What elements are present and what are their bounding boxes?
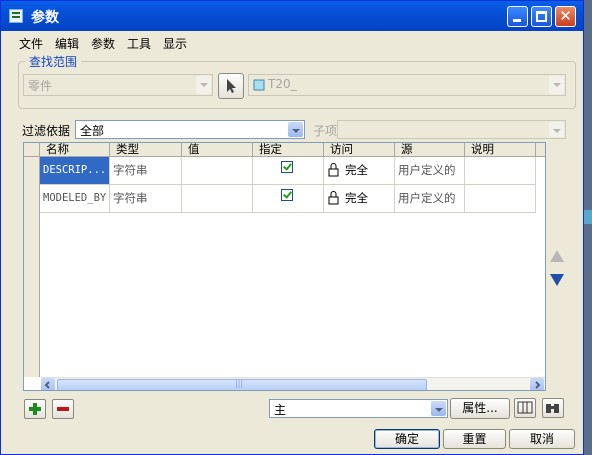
cell-source[interactable]: 用户定义的 xyxy=(395,157,465,185)
chevron-down-icon xyxy=(549,76,564,94)
lock-icon xyxy=(328,163,339,177)
cell-access[interactable]: 完全 xyxy=(324,185,395,213)
horizontal-scrollbar[interactable]: ||| xyxy=(41,377,545,390)
corner-header xyxy=(24,143,40,157)
subitem-select[interactable] xyxy=(337,120,566,139)
chevron-down-icon xyxy=(431,401,446,416)
cell-description[interactable] xyxy=(465,185,536,213)
cell-source[interactable]: 用户定义的 xyxy=(395,185,465,213)
column-header-designated[interactable]: 指定 xyxy=(253,143,324,157)
table-columns-button[interactable] xyxy=(514,398,536,418)
maximize-icon xyxy=(536,11,547,22)
menu-parameters[interactable]: 参数 xyxy=(91,35,115,52)
columns-icon xyxy=(517,401,533,414)
chevron-right-icon xyxy=(535,381,541,389)
column-header-access[interactable]: 访问 xyxy=(324,143,395,157)
chevron-down-icon xyxy=(288,122,303,137)
cell-description[interactable] xyxy=(465,157,536,185)
filter-select[interactable]: 全部 xyxy=(75,120,305,139)
column-header-description[interactable]: 说明 xyxy=(465,143,536,157)
menu-file[interactable]: 文件 xyxy=(19,35,43,52)
subitem-label: 子项 xyxy=(313,124,338,138)
select-model-button[interactable] xyxy=(218,73,244,99)
cell-value[interactable] xyxy=(182,185,253,213)
cell-type[interactable]: 字符串 xyxy=(110,185,182,213)
designated-checkbox[interactable] xyxy=(281,189,293,201)
menu-tools[interactable]: 工具 xyxy=(127,35,151,52)
window-title: 参数 xyxy=(31,10,59,26)
arrow-cursor-icon xyxy=(227,79,236,93)
cell-designated[interactable] xyxy=(253,185,324,213)
chevron-down-icon xyxy=(549,122,564,137)
parameters-table: 名称 类型 值 指定 访问 源 说明 DESCRIP... 字符串 完全 用户定… xyxy=(23,142,546,391)
menu-view[interactable]: 显示 xyxy=(163,35,187,52)
type-select[interactable]: 零件 xyxy=(23,74,213,96)
properties-button[interactable]: 属性... xyxy=(450,398,510,419)
menu-edit[interactable]: 编辑 xyxy=(55,35,79,52)
column-header-filler xyxy=(536,143,545,157)
column-header-name[interactable]: 名称 xyxy=(40,143,110,157)
menu-bar: 文件 编辑 参数 工具 显示 xyxy=(3,32,583,52)
triangle-down-icon[interactable] xyxy=(550,274,564,286)
triangle-up-icon[interactable] xyxy=(550,250,564,262)
reset-button[interactable]: 重置 xyxy=(443,429,506,449)
cell-designated[interactable] xyxy=(253,157,324,185)
main-select[interactable]: 主 xyxy=(269,399,448,418)
maximize-button[interactable] xyxy=(531,6,552,27)
chevron-down-icon xyxy=(196,76,211,94)
model-select[interactable]: T20_ xyxy=(248,74,566,96)
cell-name[interactable]: DESCRIP... xyxy=(40,157,110,185)
row-header-strip xyxy=(24,157,40,377)
column-header-source[interactable]: 源 xyxy=(395,143,465,157)
minimize-button[interactable] xyxy=(507,6,528,27)
filter-label: 过滤依据 xyxy=(22,124,71,138)
binoculars-button[interactable] xyxy=(542,398,564,418)
cell-access[interactable]: 完全 xyxy=(324,157,395,185)
plus-icon xyxy=(29,403,41,415)
parameters-window: 参数 ✕ 文件 编辑 参数 工具 显示 查找范围 零件 T20_ 过滤依据 全部… xyxy=(0,0,584,455)
binoculars-icon xyxy=(546,404,559,413)
ok-button[interactable]: 确定 xyxy=(374,429,440,449)
minimize-icon xyxy=(513,19,521,22)
cell-name[interactable]: MODELED_BY xyxy=(40,185,110,213)
find-scope-legend: 查找范围 xyxy=(25,53,82,70)
designated-checkbox[interactable] xyxy=(281,161,293,173)
remove-parameter-button[interactable] xyxy=(52,399,74,419)
close-button[interactable]: ✕ xyxy=(555,6,576,27)
background-window-edge xyxy=(584,210,592,224)
close-icon: ✕ xyxy=(559,7,572,25)
lock-icon xyxy=(328,191,339,205)
scroll-thumb[interactable]: ||| xyxy=(57,379,427,390)
chevron-left-icon xyxy=(44,381,50,389)
column-header-value[interactable]: 值 xyxy=(182,143,253,157)
cell-value[interactable] xyxy=(182,157,253,185)
scroll-right-button[interactable] xyxy=(530,378,544,390)
cell-type[interactable]: 字符串 xyxy=(110,157,182,185)
add-parameter-button[interactable] xyxy=(24,399,46,419)
cancel-button[interactable]: 取消 xyxy=(509,429,575,449)
part-icon xyxy=(253,79,265,91)
app-icon xyxy=(9,9,23,23)
minus-icon xyxy=(57,407,69,411)
column-header-type[interactable]: 类型 xyxy=(110,143,182,157)
title-bar[interactable]: 参数 ✕ xyxy=(1,1,583,31)
scroll-left-button[interactable] xyxy=(41,378,55,390)
